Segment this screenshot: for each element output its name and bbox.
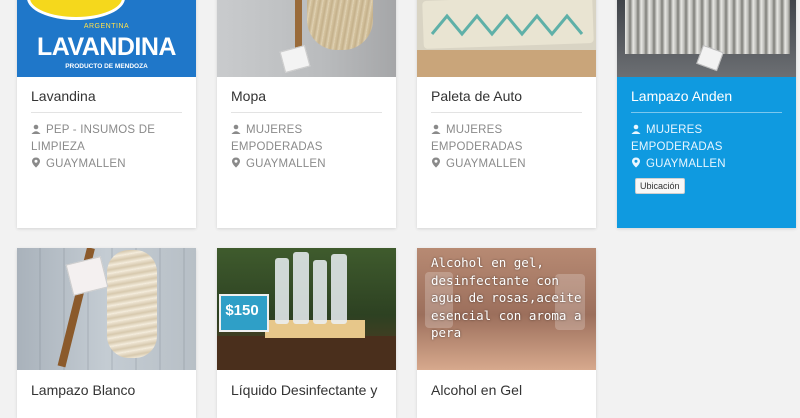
- divider: [431, 112, 582, 113]
- product-card-mopa[interactable]: Mopa MUJERES EMPODERADAS GUAYMALLEN: [217, 0, 396, 228]
- product-image[interactable]: Alcohol en gel, desinfectante con agua d…: [417, 248, 596, 370]
- user-icon: [431, 124, 442, 134]
- product-image[interactable]: [17, 248, 196, 370]
- seller-info: PEP - INSUMOS DE LIMPIEZA: [31, 122, 184, 156]
- user-icon: [31, 124, 42, 134]
- product-title[interactable]: Lampazo Anden: [631, 88, 732, 104]
- location-info: GUAYMALLEN: [431, 156, 584, 173]
- product-title[interactable]: Alcohol en Gel: [431, 382, 522, 398]
- seller-name: PEP - INSUMOS DE LIMPIEZA: [31, 124, 156, 153]
- map-marker-icon: [431, 157, 442, 168]
- seller-name: MUJERES EMPODERADAS: [231, 124, 323, 153]
- product-title[interactable]: Paleta de Auto: [431, 88, 522, 104]
- map-marker-icon: [231, 157, 242, 168]
- location-name: GUAYMALLEN: [246, 158, 326, 170]
- location-info: GUAYMALLEN: [31, 156, 184, 173]
- image-label-main: LAVANDINA: [36, 33, 177, 61]
- product-card-alcohol-en-gel[interactable]: Alcohol en gel, desinfectante con agua d…: [417, 248, 596, 418]
- product-image[interactable]: [617, 0, 796, 77]
- location-name: GUAYMALLEN: [446, 158, 526, 170]
- divider: [231, 112, 382, 113]
- product-title[interactable]: Lampazo Blanco: [31, 382, 135, 398]
- product-card-paleta-de-auto[interactable]: Paleta de Auto MUJERES EMPODERADAS GUAYM…: [417, 0, 596, 228]
- product-card-lavandina[interactable]: ARGENTINA LAVANDINA PRODUCTO DE MENDOZA …: [17, 0, 196, 228]
- seller-info: MUJERES EMPODERADAS: [431, 122, 584, 156]
- product-card-lampazo-anden[interactable]: Lampazo Anden MUJERES EMPODERADAS GUAYMA…: [617, 0, 796, 228]
- divider: [631, 112, 782, 113]
- image-label-brand: ARGENTINA: [83, 23, 130, 30]
- seller-name: MUJERES EMPODERADAS: [431, 124, 523, 153]
- product-card-lampazo-blanco[interactable]: Lampazo Blanco: [17, 248, 196, 418]
- product-image[interactable]: $150: [217, 248, 396, 370]
- product-title[interactable]: Líquido Desinfectante y: [231, 382, 377, 398]
- location-info: GUAYMALLEN: [231, 156, 384, 173]
- location-name: GUAYMALLEN: [646, 158, 726, 170]
- price-tag: $150: [225, 302, 259, 319]
- product-title[interactable]: Mopa: [231, 88, 266, 104]
- image-caption: Alcohol en gel, desinfectante con agua d…: [431, 255, 582, 340]
- map-marker-icon: [631, 157, 642, 168]
- product-card-liquido-desinfectante[interactable]: $150 Líquido Desinfectante y: [217, 248, 396, 418]
- location-info: GUAYMALLEN: [631, 156, 784, 173]
- divider: [31, 112, 182, 113]
- product-image[interactable]: ARGENTINA LAVANDINA PRODUCTO DE MENDOZA: [17, 0, 196, 77]
- seller-info: MUJERES EMPODERADAS: [631, 122, 784, 156]
- product-title[interactable]: Lavandina: [31, 88, 96, 104]
- map-marker-icon: [31, 157, 42, 168]
- user-icon: [631, 124, 642, 134]
- location-button[interactable]: Ubicación: [635, 178, 685, 194]
- seller-info: MUJERES EMPODERADAS: [231, 122, 384, 156]
- product-image[interactable]: [217, 0, 396, 77]
- location-name: GUAYMALLEN: [46, 158, 126, 170]
- image-label-sub: PRODUCTO DE MENDOZA: [65, 63, 148, 70]
- user-icon: [231, 124, 242, 134]
- seller-name: MUJERES EMPODERADAS: [631, 124, 723, 153]
- product-image[interactable]: [417, 0, 596, 77]
